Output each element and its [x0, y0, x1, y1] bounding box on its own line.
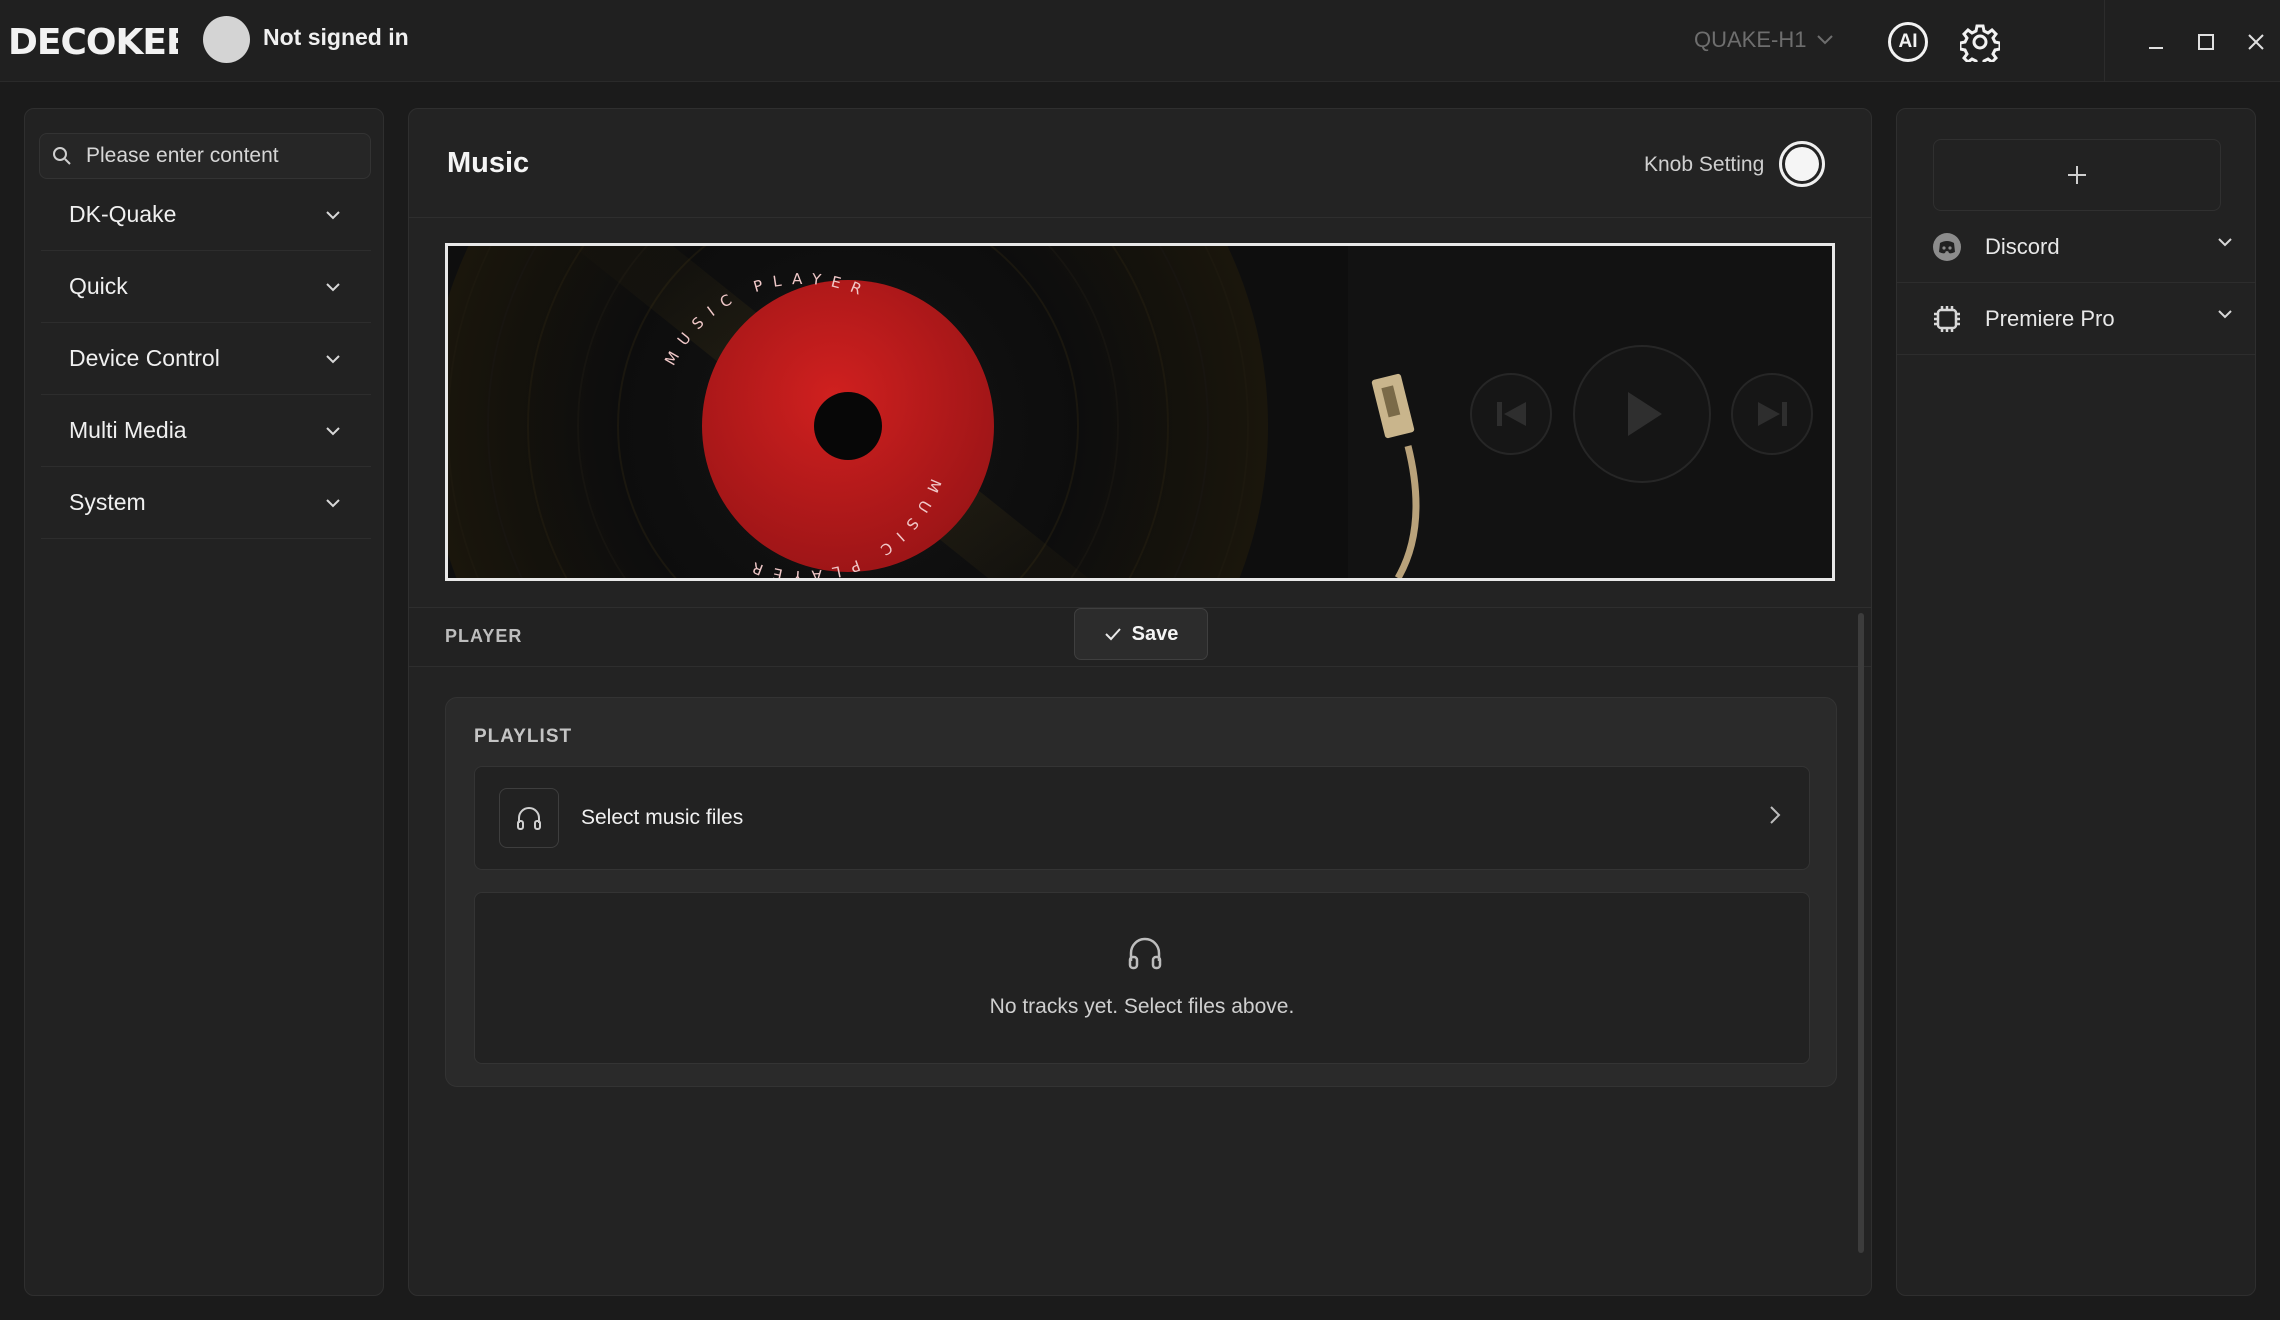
- chip-icon: [1931, 303, 1963, 335]
- select-music-files-button[interactable]: Select music files: [474, 766, 1810, 870]
- close-button[interactable]: [2236, 22, 2276, 62]
- ai-button[interactable]: AI: [1888, 22, 1928, 62]
- divider: [409, 217, 1871, 218]
- sidebar-item-label: Quick: [69, 273, 128, 299]
- close-icon: [2248, 34, 2264, 50]
- scrollbar[interactable]: [1858, 613, 1864, 1253]
- device-select[interactable]: QUAKE-H1: [1694, 27, 1834, 53]
- gear-icon: [1958, 24, 2002, 68]
- music-player-visual: MUSIC PLAYER MUSIC PLAYER: [445, 243, 1835, 581]
- player-artwork: MUSIC PLAYER MUSIC PLAYER: [448, 246, 1832, 578]
- search-icon: [53, 147, 71, 165]
- headphones-icon: [1128, 937, 1162, 970]
- play-button[interactable]: [1573, 345, 1711, 483]
- chevron-right-icon: [1770, 806, 1781, 824]
- chevron-down-icon: [326, 282, 340, 291]
- chevron-down-icon: [326, 210, 340, 219]
- maximize-icon: [2198, 34, 2214, 50]
- empty-playlist-message: No tracks yet. Select files above.: [989, 995, 1295, 1018]
- device-select-label: QUAKE-H1: [1694, 27, 1807, 52]
- app-item-label: Discord: [1985, 233, 2060, 259]
- decokee-logo: DECOKEE: [8, 22, 178, 62]
- page-title: Music: [447, 147, 530, 179]
- title-bar: DECOKEE Not signed in QUAKE-H1 AI: [0, 0, 2280, 82]
- sidebar-item-label: DK-Quake: [69, 201, 177, 227]
- knob-setting-label: Knob Setting: [1644, 153, 1765, 176]
- knob-setting-toggle[interactable]: [1779, 141, 1825, 187]
- maximize-button[interactable]: [2186, 22, 2226, 62]
- check-icon: [1104, 628, 1121, 641]
- plus-icon: [2068, 166, 2086, 184]
- sidebar-item-quick[interactable]: Quick: [41, 251, 371, 323]
- empty-playlist: No tracks yet. Select files above.: [474, 892, 1810, 1064]
- chevron-down-icon: [1817, 35, 1834, 45]
- chevron-down-icon: [326, 426, 340, 435]
- sidebar-item-label: System: [69, 489, 146, 515]
- sidebar-item-dk-quake[interactable]: DK-Quake: [41, 179, 371, 251]
- titlebar-divider: [2104, 0, 2105, 82]
- settings-button[interactable]: [1958, 22, 2002, 68]
- app-item-label: Premiere Pro: [1985, 305, 2115, 331]
- search-input[interactable]: [86, 144, 346, 168]
- sidebar-item-multi-media[interactable]: Multi Media: [41, 395, 371, 467]
- svg-text:DECOKEE: DECOKEE: [8, 22, 178, 62]
- next-button[interactable]: [1731, 373, 1813, 455]
- minimize-button[interactable]: [2136, 22, 2176, 62]
- app-item-premiere-pro[interactable]: Premiere Pro: [1897, 283, 2255, 355]
- chevron-down-icon: [2218, 238, 2232, 247]
- select-files-label: Select music files: [581, 806, 744, 829]
- minimize-icon: [2149, 47, 2163, 49]
- chevron-down-icon: [326, 498, 340, 507]
- avatar[interactable]: [203, 16, 250, 63]
- app-item-discord[interactable]: Discord: [1897, 211, 2255, 283]
- ai-icon: AI: [1898, 31, 1918, 52]
- right-sidebar: Discord Premiere Pro: [1896, 108, 2256, 1296]
- chevron-down-icon: [326, 354, 340, 363]
- sidebar-item-system[interactable]: System: [41, 467, 371, 539]
- sidebar-item-device-control[interactable]: Device Control: [41, 323, 371, 395]
- previous-button[interactable]: [1470, 373, 1552, 455]
- sidebar-item-label: Device Control: [69, 345, 220, 371]
- playlist-title: PLAYLIST: [474, 726, 573, 747]
- player-section-bar: PLAYER Save: [409, 607, 1871, 667]
- add-app-button[interactable]: [1933, 139, 2221, 211]
- search-box[interactable]: [39, 133, 371, 179]
- signin-status[interactable]: Not signed in: [263, 24, 409, 51]
- sidebar-item-label: Multi Media: [69, 417, 187, 443]
- headphones-icon: [499, 788, 559, 848]
- playlist-card: PLAYLIST Select music files No tracks ye…: [445, 697, 1837, 1087]
- save-button[interactable]: Save: [1074, 608, 1208, 660]
- player-section-label: PLAYER: [445, 626, 523, 646]
- music-panel: Music Knob Setting MUSIC PLAYER MUSIC PL…: [408, 108, 1872, 1296]
- chevron-down-icon: [2218, 310, 2232, 319]
- left-sidebar: DK-Quake Quick Device Control Multi Medi…: [24, 108, 384, 1296]
- discord-icon: [1931, 231, 1963, 263]
- save-button-label: Save: [1131, 622, 1179, 645]
